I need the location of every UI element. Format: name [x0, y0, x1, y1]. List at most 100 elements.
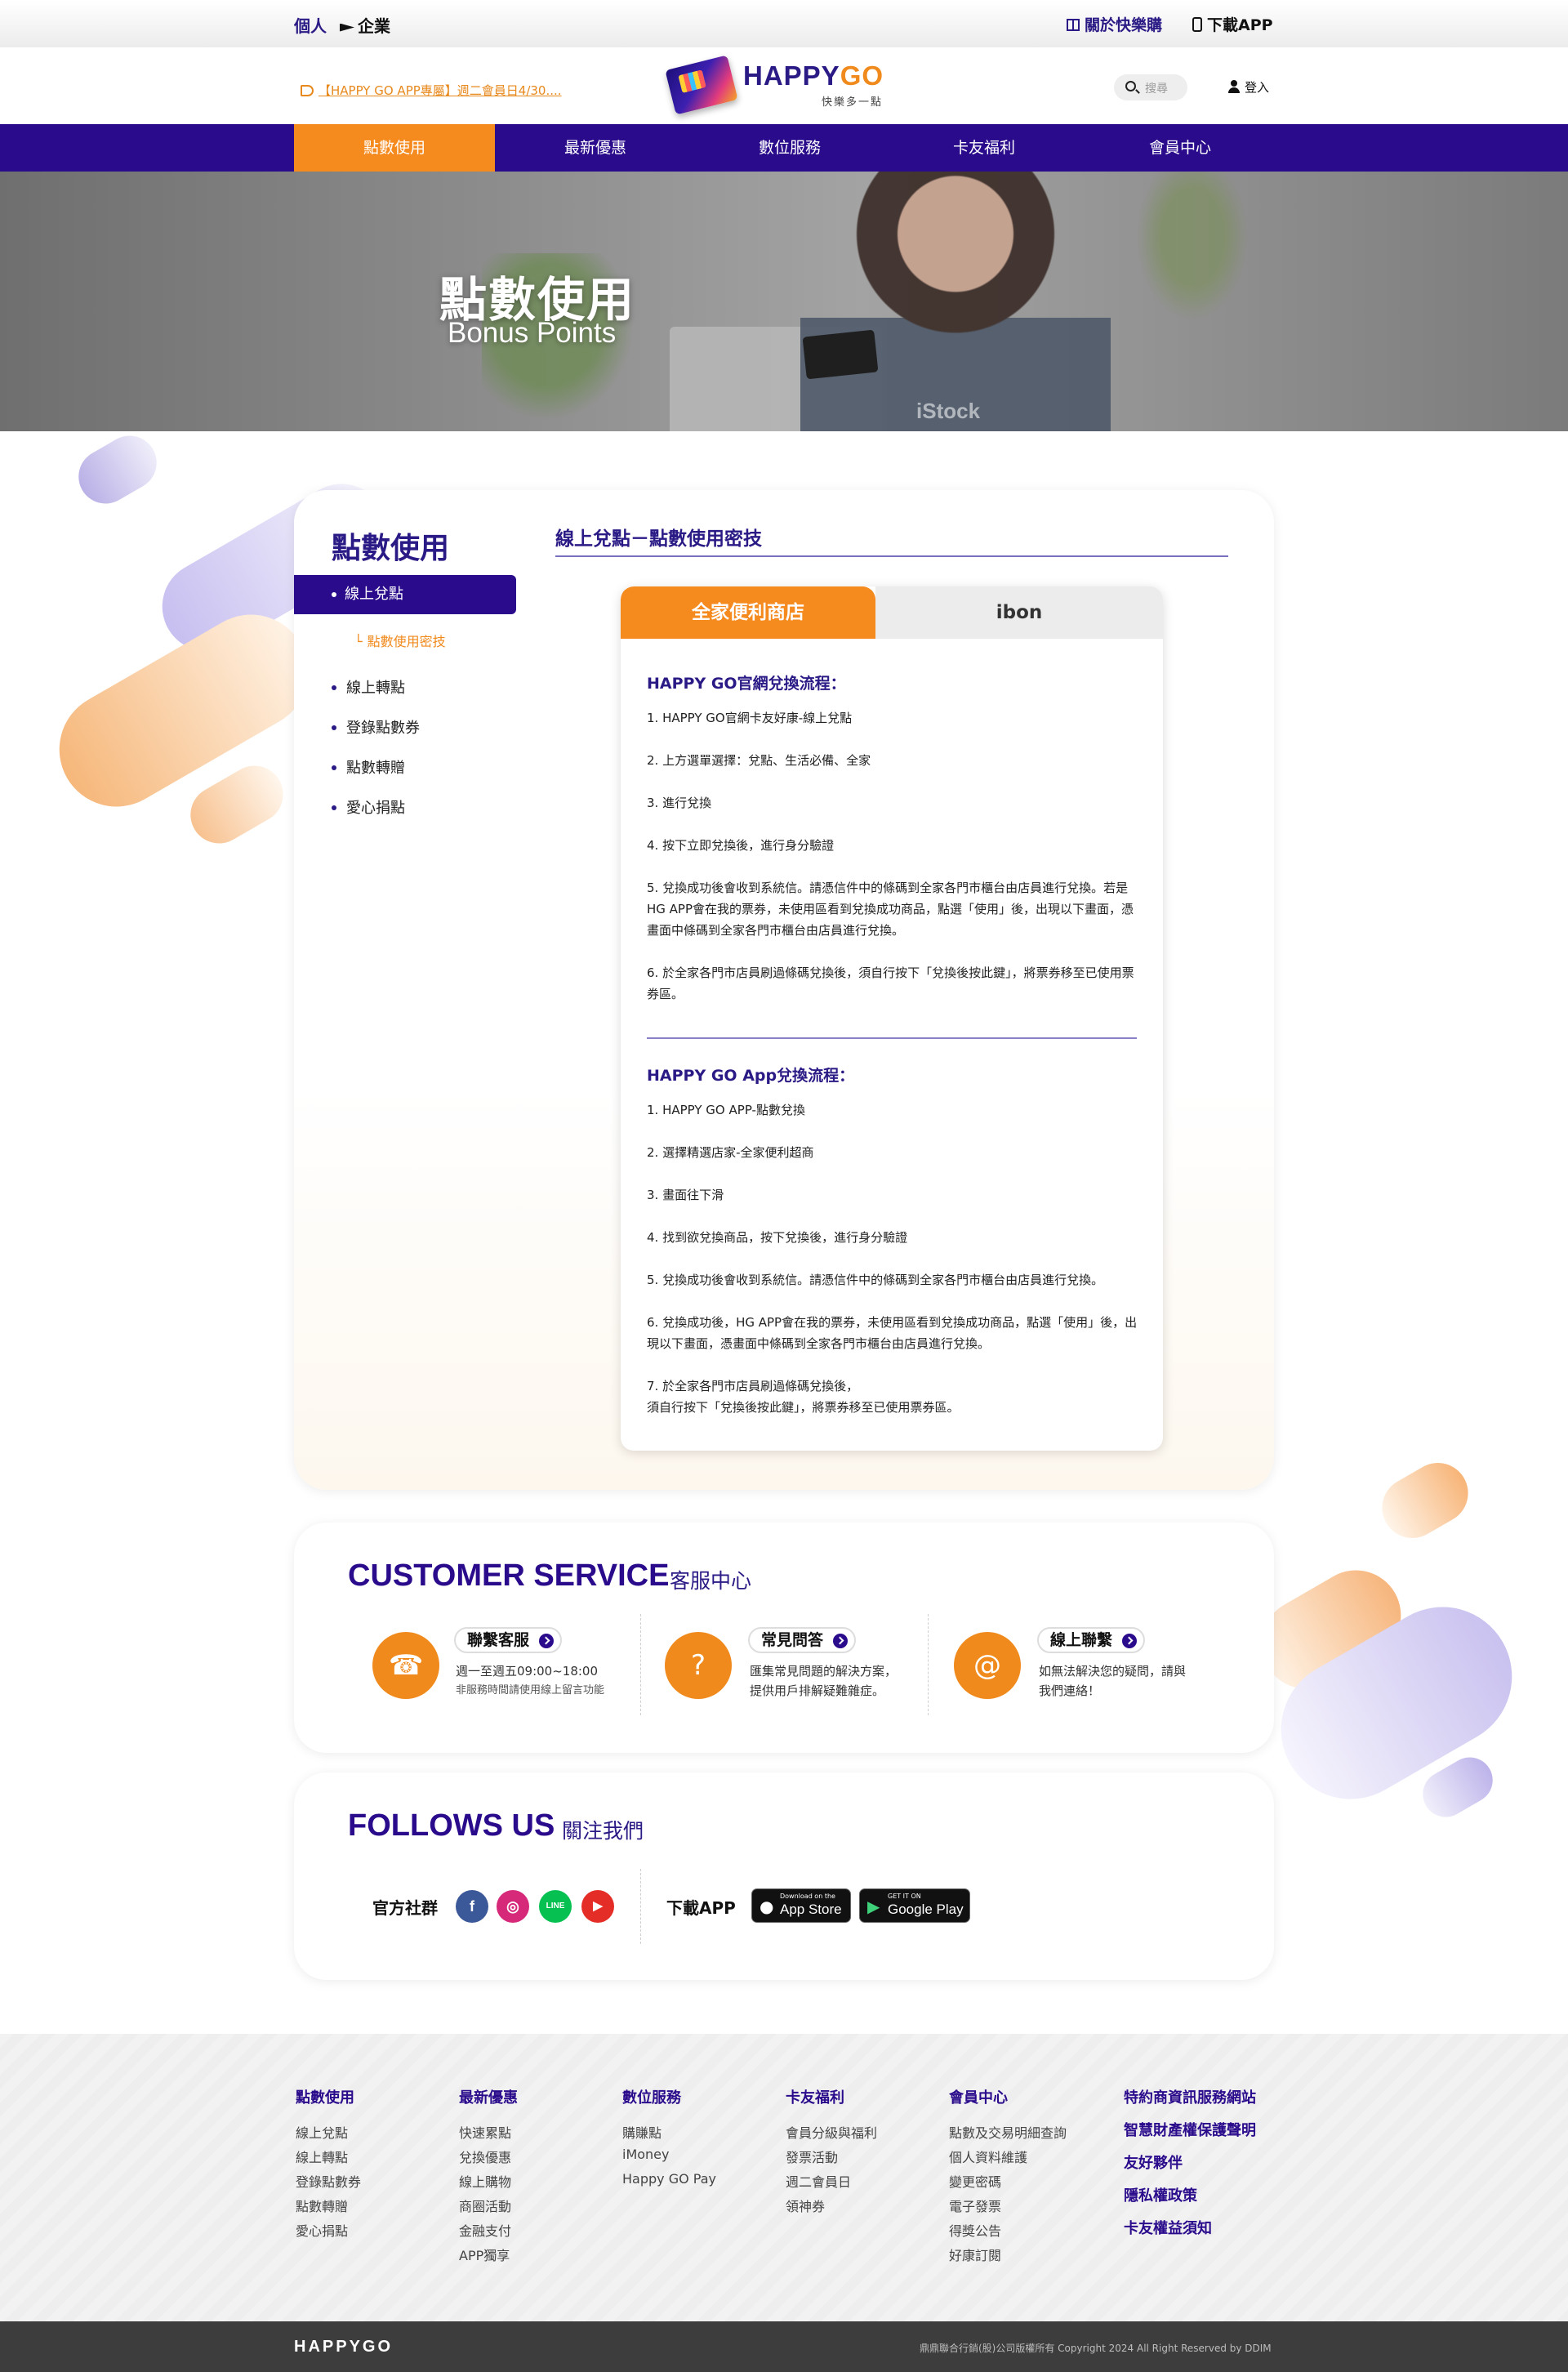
- footer-link[interactable]: 發票活動: [786, 2147, 838, 2166]
- chevron-right-icon: [833, 1634, 849, 1648]
- download-app-link[interactable]: 下載APP: [1192, 13, 1273, 35]
- footer-right-link[interactable]: 智慧財產權保護聲明: [1124, 2119, 1256, 2140]
- tab-panel: 全家便利商店 ibon HAPPY GO官網兌換流程： 1. HAPPY GO官…: [621, 586, 1163, 1451]
- footer-right-link[interactable]: 卡友權益須知: [1124, 2217, 1212, 2238]
- footer-link[interactable]: 購賺點: [622, 2122, 662, 2142]
- phone-glyph: ☎: [388, 1649, 424, 1682]
- logo-card-icon[interactable]: [665, 55, 738, 115]
- hero-banner: 點數使用 Bonus Points iStock: [0, 172, 1568, 431]
- customer-service-subtitle: 客服中心: [670, 1569, 752, 1593]
- decor-capsule: [180, 755, 294, 854]
- nav-item-member[interactable]: 會員中心: [1080, 124, 1281, 172]
- content-heading: 線上兌點－點數使用密技: [555, 528, 762, 550]
- online-contact-line2: 我們連絡！: [1039, 1683, 1101, 1698]
- footer-col-head[interactable]: 會員中心: [949, 2086, 1008, 2107]
- facebook-icon[interactable]: f: [456, 1890, 488, 1923]
- footer-link[interactable]: 商圈活動: [459, 2196, 511, 2215]
- online-contact-button[interactable]: 線上聯繫: [1037, 1627, 1146, 1653]
- footer-link[interactable]: 電子發票: [949, 2196, 1001, 2215]
- footer-right-link[interactable]: 友好夥伴: [1124, 2151, 1183, 2173]
- footer-link[interactable]: 會員分級與福利: [786, 2122, 877, 2142]
- footer-link[interactable]: 點數轉贈: [296, 2196, 348, 2215]
- search-input[interactable]: 搜尋: [1114, 74, 1187, 100]
- phone-icon[interactable]: ☎: [372, 1632, 439, 1699]
- tab-ibon[interactable]: ibon: [875, 586, 1163, 639]
- mail-icon[interactable]: @: [954, 1632, 1021, 1699]
- instagram-icon[interactable]: ◎: [497, 1890, 529, 1923]
- nav-item-digital[interactable]: 數位服務: [689, 124, 890, 172]
- follows-subtitle: 關注我們: [562, 1819, 644, 1843]
- footer-bottom-bar: HAPPYGO 鼎鼎聯合行銷(股)公司版權所有 Copyright 2024 A…: [0, 2321, 1568, 2372]
- about-link[interactable]: 關於快樂購: [1067, 13, 1162, 35]
- google-play-button[interactable]: ▶ GET IT ON Google Play: [859, 1888, 970, 1923]
- footer-link[interactable]: 領神券: [786, 2196, 825, 2215]
- footer-link[interactable]: 線上兌點: [296, 2122, 348, 2142]
- footer-col-head[interactable]: 最新優惠: [459, 2086, 518, 2107]
- app-store-button[interactable]: ● Download on the App Store: [751, 1888, 851, 1923]
- faq-desc-line2: 提供用戶排解疑難雜症。: [750, 1683, 885, 1698]
- footer-link[interactable]: 個人資料維護: [949, 2147, 1027, 2166]
- contact-service-button[interactable]: 聯繫客服: [454, 1627, 563, 1653]
- app-step: 7. 於全家各門市店員刷過條碼兌換後， 須自行按下「兌換後按此鍵」，將票券移至已…: [647, 1379, 960, 1415]
- footer-link[interactable]: 線上轉點: [296, 2147, 348, 2166]
- app-store-big: App Store: [780, 1902, 842, 1917]
- sidebar-item-online-redeem[interactable]: 線上兌點: [294, 575, 516, 614]
- app-step: 2. 選擇精選店家-全家便利超商: [647, 1145, 814, 1160]
- faq-icon[interactable]: ?: [665, 1632, 732, 1699]
- login-button[interactable]: 登入: [1228, 78, 1269, 96]
- nav-item-offers[interactable]: 最新優惠: [495, 124, 696, 172]
- footer-link[interactable]: iMoney: [622, 2147, 670, 2162]
- logo-tagline: 快樂多一點: [822, 96, 884, 109]
- footer-link[interactable]: 愛心捐點: [296, 2220, 348, 2240]
- phone-icon: [1192, 17, 1202, 32]
- top-utility-bar: 個人 企業 關於快樂購 下載APP: [0, 0, 1568, 47]
- footer-right-link[interactable]: 隱私權政策: [1124, 2184, 1197, 2205]
- column-divider: [928, 1614, 929, 1715]
- app-step: 6. 兌換成功後，HG APP會在我的票券，未使用區看到兌換成功商品，點選「使用…: [647, 1315, 1138, 1351]
- sidebar-item-gift[interactable]: 點數轉贈: [332, 756, 405, 778]
- decor-capsule: [69, 426, 167, 514]
- site-logo[interactable]: HAPPYGO: [743, 60, 884, 91]
- tab-familymart[interactable]: 全家便利商店: [621, 586, 875, 639]
- sidebar-item-donate[interactable]: 愛心捐點: [332, 796, 405, 818]
- footer-link[interactable]: 得獎公告: [949, 2220, 1001, 2240]
- footer-link[interactable]: 金融支付: [459, 2220, 511, 2240]
- follows-section: FOLLOWS US 關注我們 官方社群 f ◎ LINE ▶ 下載APP ● …: [294, 1772, 1274, 1980]
- personal-link[interactable]: 個人: [294, 13, 327, 37]
- footer-link[interactable]: 好康訂閱: [949, 2245, 1001, 2264]
- flag-icon: [340, 23, 354, 32]
- web-step: 4. 按下立即兌換後，進行身分驗證: [647, 838, 835, 853]
- line-icon[interactable]: LINE: [539, 1890, 572, 1923]
- footer-logo[interactable]: HAPPYGO: [294, 2338, 393, 2356]
- footer-col-head[interactable]: 數位服務: [622, 2086, 681, 2107]
- mail-glyph: @: [973, 1649, 1001, 1682]
- nav-item-benefits[interactable]: 卡友福利: [884, 124, 1085, 172]
- footer-link[interactable]: 週二會員日: [786, 2171, 851, 2191]
- google-play-icon: ▶: [867, 1897, 880, 1916]
- youtube-icon[interactable]: ▶: [581, 1890, 614, 1923]
- app-step: 4. 找到欲兌換商品，按下兌換後，進行身分驗證: [647, 1230, 908, 1245]
- contact-service-label: 聯繫客服: [467, 1631, 530, 1649]
- faq-button[interactable]: 常見問答: [748, 1627, 857, 1653]
- sidebar-item-coupon[interactable]: 登錄點數券: [332, 716, 420, 738]
- footer-link[interactable]: 線上購物: [459, 2171, 511, 2191]
- footer-col-head[interactable]: 點數使用: [296, 2086, 354, 2107]
- sidebar-item-transfer[interactable]: 線上轉點: [332, 676, 405, 698]
- sidebar-subitem-tips[interactable]: 點數使用密技: [354, 631, 446, 650]
- footer-col-head[interactable]: 卡友福利: [786, 2086, 844, 2107]
- footer-link[interactable]: APP獨享: [459, 2245, 510, 2264]
- hero-photo-plant-right: [1127, 172, 1258, 335]
- nav-item-points[interactable]: 點數使用: [294, 124, 495, 172]
- announcement-marquee[interactable]: 【HAPPY GO APP專屬】週二會員日4/30....: [301, 82, 562, 99]
- footer-link[interactable]: 點數及交易明細查詢: [949, 2122, 1067, 2142]
- app-step: 5. 兌換成功後會收到系統信。請憑信件中的條碼到全家各門市櫃台由店員進行兌換。: [647, 1273, 1104, 1287]
- footer-right-link[interactable]: 特約商資訊服務網站: [1124, 2086, 1256, 2107]
- footer-link[interactable]: 兌換優惠: [459, 2147, 511, 2166]
- footer-link[interactable]: 快速累點: [459, 2122, 511, 2142]
- business-link[interactable]: 企業: [340, 13, 390, 37]
- footer-link[interactable]: 登錄點數券: [296, 2171, 361, 2191]
- footer-link[interactable]: 變更密碼: [949, 2171, 1001, 2191]
- footer-link[interactable]: Happy GO Pay: [622, 2171, 716, 2187]
- youtube-glyph: ▶: [593, 1899, 603, 1913]
- social-label: 官方社群: [372, 1898, 438, 1918]
